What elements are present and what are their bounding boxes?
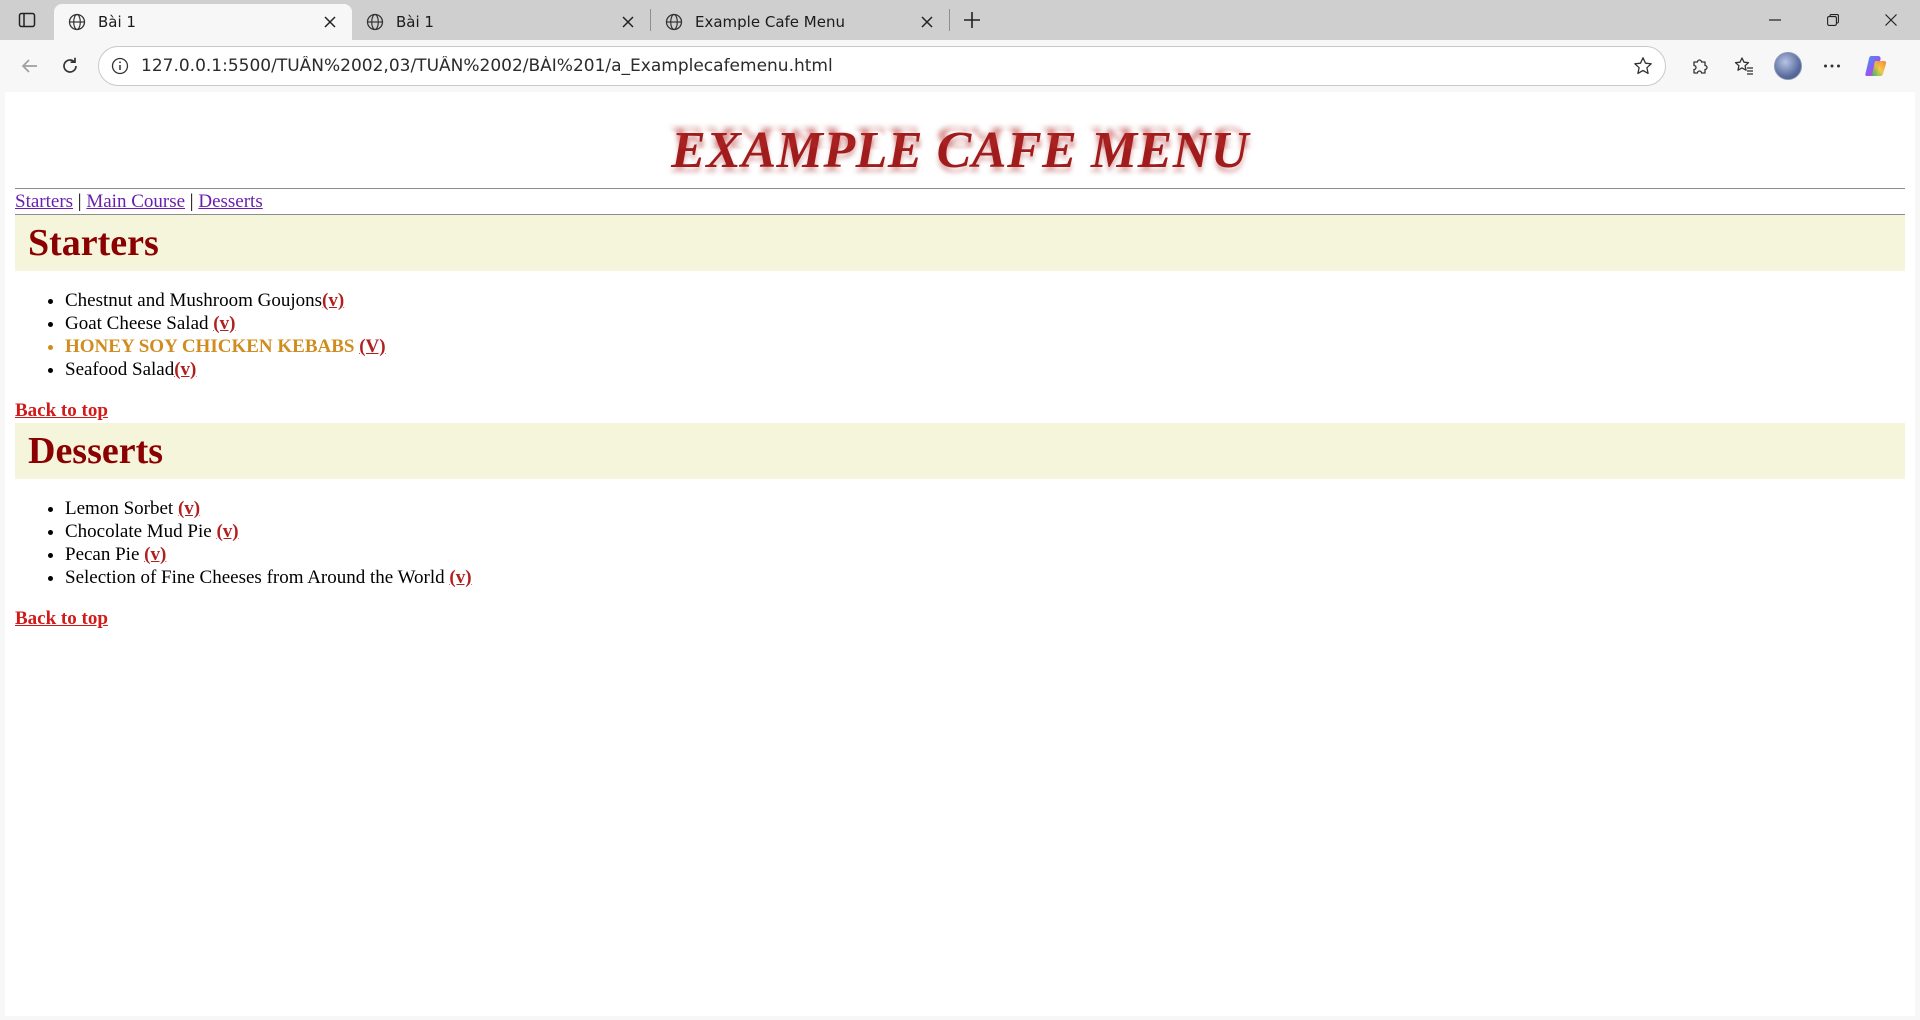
tab-example-cafe-menu[interactable]: Example Cafe Menu [651,4,949,40]
menu-item-name: Pecan Pie [65,544,145,565]
nav-separator: | [73,191,87,212]
restore-icon [1827,14,1839,26]
list-item: Lemon Sorbet (v) [65,497,1905,520]
globe-icon [366,13,384,31]
vegetarian-link[interactable]: (v) [144,544,166,565]
vegetarian-link[interactable]: (v) [174,359,196,380]
close-icon [1885,14,1897,26]
window-controls [1746,0,1920,40]
close-tab-icon[interactable] [320,12,340,32]
back-to-top-link[interactable]: Back to top [15,607,1905,631]
section-heading-starters: Starters [15,215,1905,271]
list-item: Seafood Salad(v) [65,358,1905,381]
nav-link-main-course[interactable]: Main Course [86,191,185,212]
plus-icon [964,12,980,28]
browser-toolbar: 127.0.0.1:5500/TUẦN%2002,03/TUẦN%2002/BÀ… [0,40,1920,92]
tab-title: Bài 1 [396,13,434,31]
reload-button[interactable] [50,48,90,84]
list-item: Chestnut and Mushroom Goujons(v) [65,289,1905,312]
menu-item-name: Seafood Salad [65,359,175,380]
page-body: EXAMPLE CAFE MENU EXAMPLE CAFE MENU Star… [5,92,1915,631]
menu-item-name: Selection of Fine Cheeses from Around th… [65,567,450,588]
copilot-icon [1865,56,1887,76]
profile-button[interactable] [1766,48,1810,84]
page-title: EXAMPLE CAFE MENU EXAMPLE CAFE MENU [15,92,1905,188]
back-button[interactable] [10,48,50,84]
section-heading-desserts: Desserts [15,423,1905,479]
menu-item-name: Chocolate Mud Pie [65,521,217,542]
globe-icon [68,13,86,31]
list-item-featured: HONEY SOY CHICKEN KEBABS (V) [65,335,1905,358]
minimize-icon [1769,19,1781,21]
close-tab-icon[interactable] [618,12,638,32]
page-viewport[interactable]: EXAMPLE CAFE MENU EXAMPLE CAFE MENU Star… [5,92,1915,1016]
reload-icon [63,57,77,73]
list-item: Chocolate Mud Pie (v) [65,520,1905,543]
address-bar[interactable]: 127.0.0.1:5500/TUẦN%2002,03/TUẦN%2002/BÀ… [98,46,1666,86]
close-tab-icon[interactable] [917,12,937,32]
star-icon[interactable] [1633,56,1653,76]
desserts-list: Lemon Sorbet (v) Chocolate Mud Pie (v) P… [15,497,1905,589]
tab-bai-1-first[interactable]: Bài 1 [54,4,352,40]
copilot-button[interactable] [1854,48,1898,84]
tab-title: Example Cafe Menu [695,13,845,31]
vegetarian-link[interactable]: (v) [322,290,344,311]
more-button[interactable] [1810,48,1854,84]
vegetarian-link[interactable]: (v) [178,498,200,519]
menu-item-name: HONEY SOY CHICKEN KEBABS [65,336,360,357]
tab-bai-1-second[interactable]: Bài 1 [352,4,650,40]
new-tab-button[interactable] [950,0,994,40]
restore-button[interactable] [1804,0,1862,40]
vegetarian-link[interactable]: (v) [449,567,471,588]
nav-link-starters[interactable]: Starters [15,191,73,212]
list-item: Pecan Pie (v) [65,543,1905,566]
back-to-top-link[interactable]: Back to top [15,399,1905,423]
tab-strip: Bài 1 Bài 1 Example Cafe Menu [0,0,1920,40]
toolbar-icons [1678,48,1898,84]
section-nav: Starters | Main Course | Desserts [15,189,1905,214]
arrow-left-icon [21,59,37,73]
favorites-button[interactable] [1722,48,1766,84]
info-icon[interactable] [111,57,129,75]
menu-item-name: Chestnut and Mushroom Goujons [65,290,323,311]
tab-title: Bài 1 [98,13,136,31]
favorites-icon [1734,57,1753,75]
extensions-button[interactable] [1678,48,1722,84]
vegetarian-link[interactable]: (V) [359,336,385,357]
nav-separator: | [185,191,199,212]
list-item: Selection of Fine Cheeses from Around th… [65,566,1905,589]
vegetarian-link[interactable]: (v) [213,313,235,334]
starters-list: Chestnut and Mushroom Goujons(v) Goat Ch… [15,289,1905,381]
sidebar-toggle-icon [18,12,36,28]
avatar [1774,52,1802,80]
vegetarian-link[interactable]: (v) [216,521,238,542]
page-title-text: EXAMPLE CAFE MENU [671,122,1249,179]
close-window-button[interactable] [1862,0,1920,40]
nav-link-desserts[interactable]: Desserts [198,191,262,212]
url-text[interactable]: 127.0.0.1:5500/TUẦN%2002,03/TUẦN%2002/BÀ… [141,56,1633,76]
more-icon [1824,64,1840,68]
menu-item-name: Lemon Sorbet [65,498,178,519]
minimize-button[interactable] [1746,0,1804,40]
globe-icon [665,13,683,31]
menu-item-name: Goat Cheese Salad [65,313,214,334]
tab-actions-button[interactable] [0,0,54,40]
puzzle-icon [1693,59,1708,74]
list-item: Goat Cheese Salad (v) [65,312,1905,335]
